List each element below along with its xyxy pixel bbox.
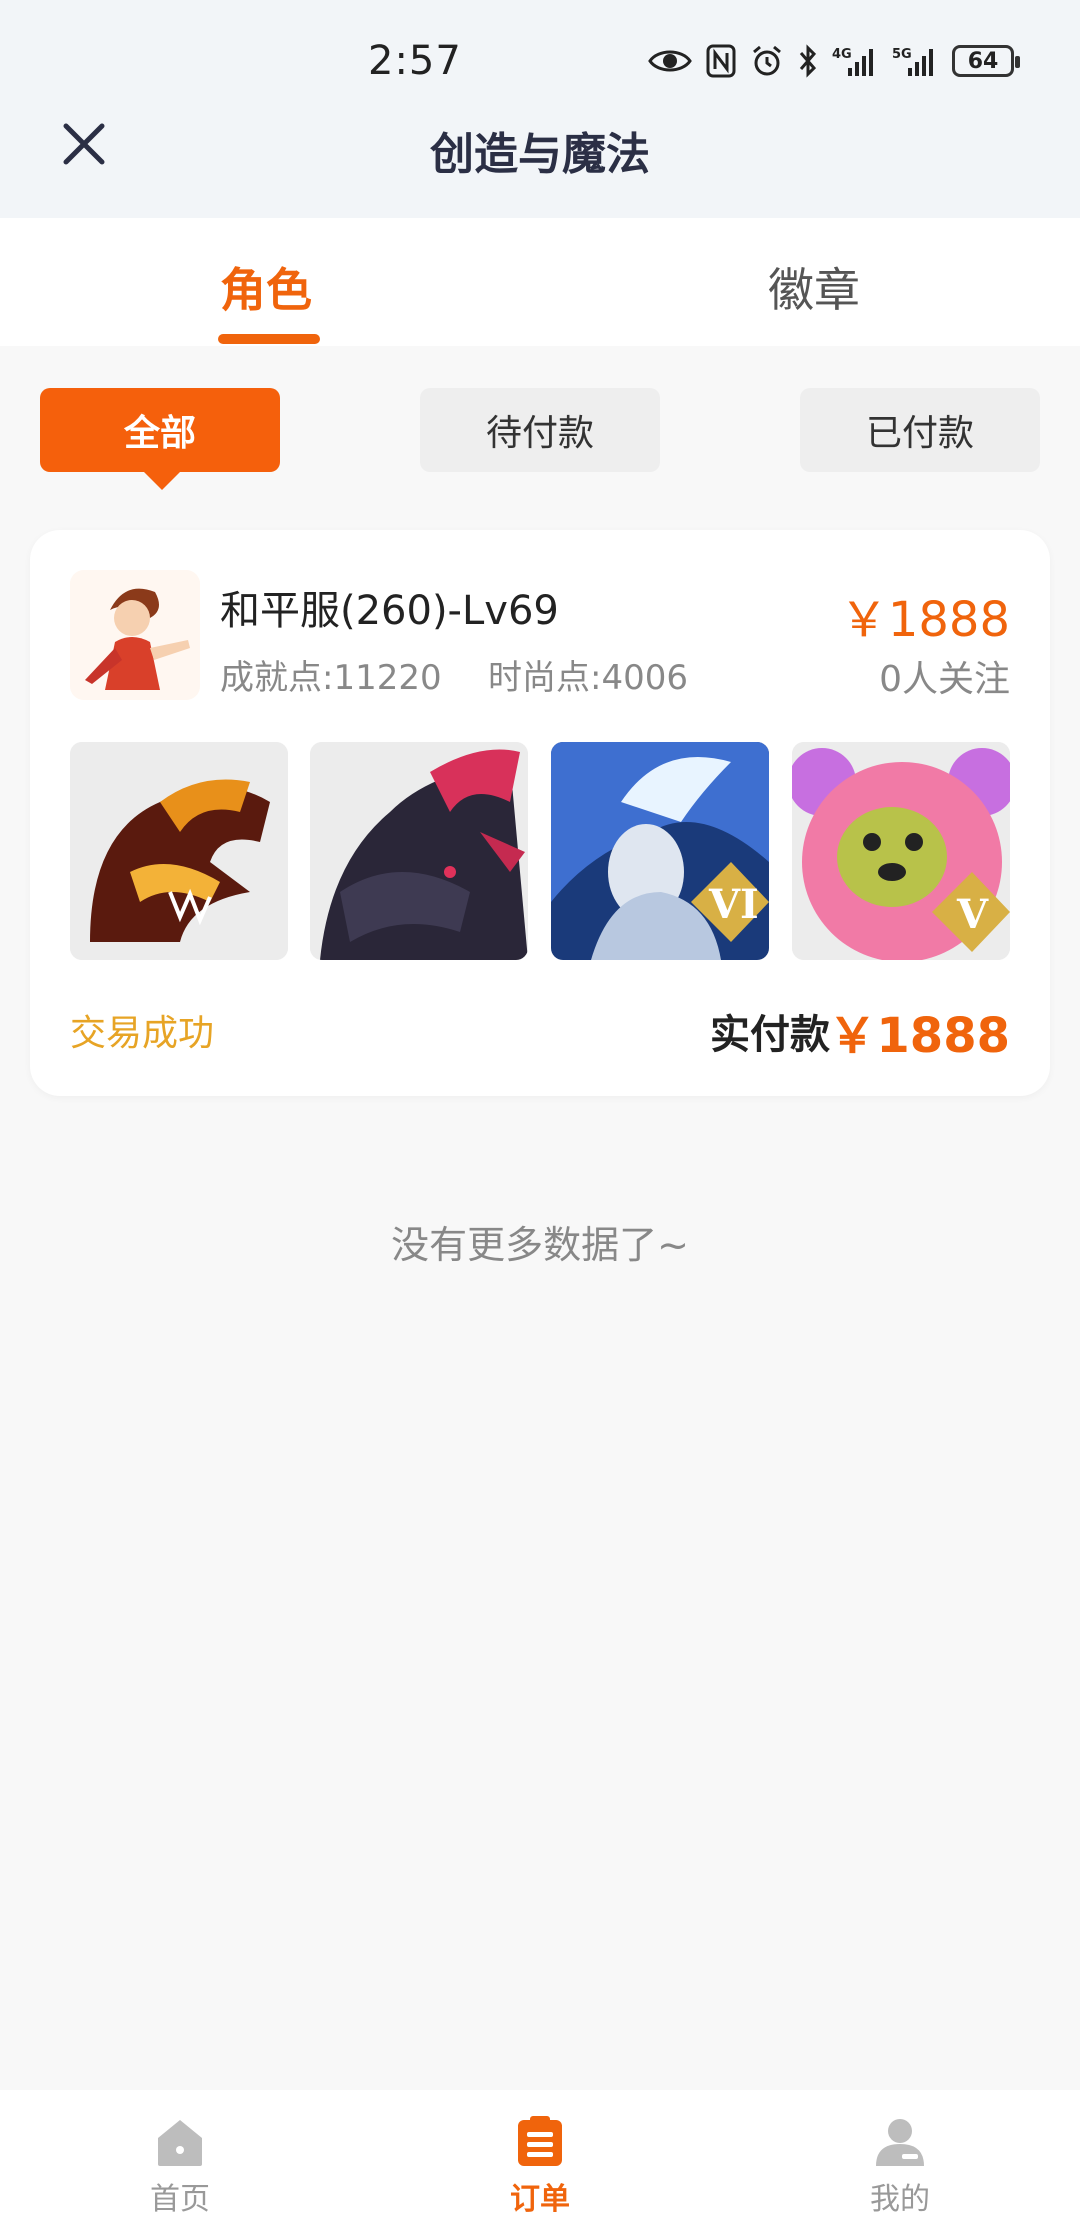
eye-icon [648,42,692,80]
paid-amount: ￥1888 [828,1008,1010,1064]
network-5g-label: 5G [892,47,912,62]
battery-level: 64 [967,48,999,74]
followers-count: 0人关注 [879,659,1010,700]
character-avatar [70,570,200,700]
item-thumbnail-dark-dragon[interactable] [310,742,528,960]
order-card[interactable]: 和平服(260)-Lv69 成就点:11220 时尚点:4006 ￥1888 0… [30,530,1050,1096]
bluetooth-icon [798,42,818,80]
nav-profile-label: 我的 [870,2182,930,2217]
tab-badge[interactable]: 徽章 [768,254,860,320]
nfc-icon [706,42,736,80]
achievement-points: 成就点:11220 [220,658,442,698]
order-server-name: 和平服(260)-Lv69 [220,588,559,634]
item-tier-badge: VI [708,881,759,928]
order-status: 交易成功 [70,1013,215,1054]
nav-orders-label: 订单 [510,2182,570,2217]
nav-orders[interactable]: 订单 [460,2114,620,2218]
order-icon [518,2116,562,2166]
item-thumbnail-pink-bear[interactable]: V [792,742,1010,960]
page-title: 创造与魔法 [430,129,650,180]
alarm-icon [750,42,784,80]
filter-pending-button[interactable]: 待付款 [420,388,660,472]
tab-bar: 角色 徽章 [0,218,1080,346]
no-more-data-text: 没有更多数据了~ [391,1223,689,1267]
paid-label: 实付款 [710,1012,830,1058]
nav-profile[interactable]: 我的 [820,2114,980,2218]
item-thumbnail-fire-dragon[interactable] [70,742,288,960]
order-price: ￥1888 [839,592,1010,648]
active-tab-indicator [218,334,320,344]
signal-5g-icon: 5G [892,42,938,80]
nav-home-label: 首页 [150,2182,210,2217]
filter-all-button[interactable]: 全部 [40,388,280,490]
filter-paid-button[interactable]: 已付款 [800,388,1040,472]
tab-role[interactable]: 角色 [220,254,312,320]
profile-icon [876,2119,924,2166]
bottom-navigation: 首页 订单 我的 [0,2090,1080,2228]
battery-icon: 64 [952,45,1020,77]
home-icon [158,2120,202,2166]
app-header: 2:57 4G 5G 64 创造与魔法 [0,0,1080,218]
status-time: 2:57 [368,38,462,84]
status-icons: 4G 5G 64 [648,42,1020,80]
nav-home[interactable]: 首页 [100,2114,260,2218]
network-4g-label: 4G [832,47,852,62]
item-tier-badge: V [956,891,989,938]
signal-4g-icon: 4G [832,42,878,80]
fashion-points: 时尚点:4006 [488,658,688,698]
item-thumbnail-ice-armor[interactable]: VI [551,742,769,960]
